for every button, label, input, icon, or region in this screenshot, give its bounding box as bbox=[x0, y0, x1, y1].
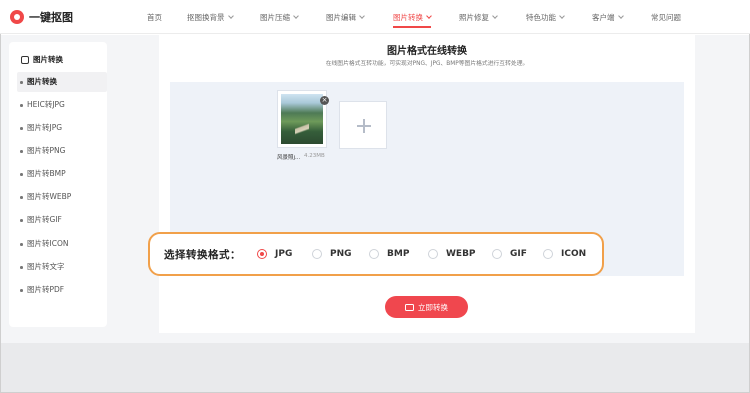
sidebar-heading: 图片转换 bbox=[21, 54, 63, 65]
radio-selected-icon bbox=[257, 249, 267, 259]
convert-now-button[interactable]: 立即转换 bbox=[385, 296, 468, 318]
radio-bmp[interactable]: BMP bbox=[369, 249, 409, 259]
sidebar-item-to-icon[interactable]: 图片转ICON bbox=[17, 234, 107, 254]
radio-icon bbox=[428, 249, 438, 259]
sidebar-item-image-convert[interactable]: 图片转换 bbox=[17, 72, 107, 92]
chevron-down-icon bbox=[293, 13, 299, 19]
radio-icon bbox=[492, 249, 502, 259]
chevron-down-icon bbox=[492, 13, 498, 19]
top-nav: 一键抠图 首页 抠图换背景 图片压缩 图片编辑 图片转换 照片修复 特色功能 客… bbox=[0, 0, 750, 34]
nav-edit[interactable]: 图片编辑 bbox=[326, 12, 365, 23]
logo[interactable]: 一键抠图 bbox=[10, 9, 73, 25]
sidebar-item-to-text[interactable]: 图片转文字 bbox=[17, 257, 107, 277]
logo-text: 一键抠图 bbox=[29, 11, 73, 24]
radio-jpg[interactable]: JPG bbox=[257, 249, 292, 259]
radio-gif[interactable]: GIF bbox=[492, 249, 527, 259]
chevron-down-icon bbox=[227, 13, 234, 19]
chevron-down-icon bbox=[426, 13, 432, 19]
format-label: 选择转换格式： bbox=[164, 249, 241, 261]
nav-features[interactable]: 特色功能 bbox=[526, 12, 565, 23]
logo-icon bbox=[10, 10, 24, 24]
sidebar-item-to-jpg[interactable]: 图片转JPG bbox=[17, 118, 107, 138]
radio-webp[interactable]: WEBP bbox=[428, 249, 476, 259]
page-title: 图片格式在线转换 bbox=[387, 46, 467, 57]
radio-png[interactable]: PNG bbox=[312, 249, 352, 259]
converter-panel: 图片格式在线转换 在线图片格式互转功能，可实现对PNG、JPG、BMP等图片格式… bbox=[159, 35, 695, 333]
sidebar: 图片转换 图片转换 HEIC转JPG 图片转JPG 图片转PNG 图片转BMP … bbox=[9, 42, 107, 327]
nav-home[interactable]: 首页 bbox=[147, 12, 162, 23]
sidebar-item-to-gif[interactable]: 图片转GIF bbox=[17, 210, 107, 230]
radio-icon-format[interactable]: ICON bbox=[543, 249, 586, 259]
chevron-down-icon bbox=[359, 13, 365, 19]
sidebar-item-to-bmp[interactable]: 图片转BMP bbox=[17, 164, 107, 184]
nav-faq[interactable]: 常见问题 bbox=[651, 12, 681, 23]
nav-cutout[interactable]: 抠图换背景 bbox=[187, 12, 234, 23]
radio-icon bbox=[369, 249, 379, 259]
nav-convert[interactable]: 图片转换 bbox=[393, 12, 432, 28]
add-image-button[interactable] bbox=[339, 101, 387, 149]
page-subtitle: 在线图片格式互转功能，可实现对PNG、JPG、BMP等图片格式进行互转处理。 bbox=[325, 61, 529, 67]
sidebar-item-heic-to-jpg[interactable]: HEIC转JPG bbox=[17, 95, 107, 115]
landscape-image bbox=[281, 94, 323, 144]
nav-compress[interactable]: 图片压缩 bbox=[260, 12, 299, 23]
sidebar-heading-label: 图片转换 bbox=[33, 55, 63, 64]
sidebar-item-to-png[interactable]: 图片转PNG bbox=[17, 141, 107, 161]
chevron-down-icon bbox=[559, 13, 565, 19]
file-size: 4.23MB bbox=[304, 153, 325, 159]
chevron-down-icon bbox=[617, 13, 624, 19]
convert-icon bbox=[21, 55, 29, 64]
nav-client[interactable]: 客户端 bbox=[592, 12, 624, 23]
close-icon[interactable]: × bbox=[320, 96, 329, 105]
footer-band bbox=[1, 343, 749, 392]
sidebar-item-to-webp[interactable]: 图片转WEBP bbox=[17, 187, 107, 207]
format-selector: 选择转换格式： JPG PNG BMP WEBP GIF ICON bbox=[148, 232, 604, 276]
file-name: 风景照j... bbox=[277, 155, 301, 161]
radio-icon bbox=[543, 249, 553, 259]
nav-restore[interactable]: 照片修复 bbox=[459, 12, 498, 23]
convert-icon bbox=[405, 303, 414, 311]
sidebar-item-to-pdf[interactable]: 图片转PDF bbox=[17, 280, 107, 300]
radio-icon bbox=[312, 249, 322, 259]
